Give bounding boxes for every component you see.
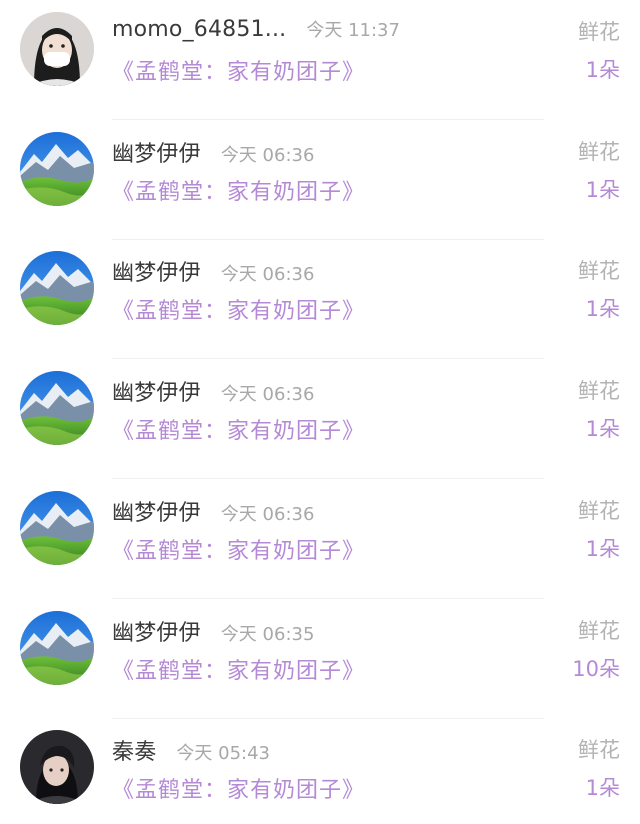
gift-record-row[interactable]: 幽梦伊伊 今天 06:35 《孟鹤堂：家有奶团子》 鲜花 10朵 <box>0 599 640 719</box>
username[interactable]: 幽梦伊伊 <box>112 255 201 287</box>
timestamp: 今天 05:43 <box>176 743 271 764</box>
username[interactable]: 幽梦伊伊 <box>112 136 201 168</box>
mountain-landscape-avatar[interactable] <box>20 611 94 685</box>
record-header: 幽梦伊伊 今天 06:36 <box>112 375 314 407</box>
gift-type-label: 鲜花 <box>578 738 620 762</box>
record-header: momo_64851... 今天 11:37 <box>112 16 400 42</box>
record-header: 秦奏 今天 05:43 <box>112 734 270 766</box>
gift-count: 1朵 <box>585 776 620 800</box>
gift-count: 1朵 <box>585 537 620 561</box>
gift-record-row[interactable]: 幽梦伊伊 今天 06:36 《孟鹤堂：家有奶团子》 鲜花 1朵 <box>0 359 640 479</box>
gift-type-label: 鲜花 <box>578 499 620 523</box>
record-header: 幽梦伊伊 今天 06:36 <box>112 136 314 168</box>
book-title-link[interactable]: 《孟鹤堂：家有奶团子》 <box>112 293 365 325</box>
gift-record-row[interactable]: 幽梦伊伊 今天 06:36 《孟鹤堂：家有奶团子》 鲜花 1朵 <box>0 120 640 240</box>
timestamp: 今天 06:36 <box>220 264 315 285</box>
gift-record-row[interactable]: momo_64851... 今天 11:37 《孟鹤堂：家有奶团子》 鲜花 1朵 <box>0 0 640 120</box>
gift-count: 1朵 <box>585 178 620 202</box>
record-header: 幽梦伊伊 今天 06:35 <box>112 615 314 647</box>
mountain-landscape-avatar[interactable] <box>20 491 94 565</box>
gift-record-row[interactable]: 幽梦伊伊 今天 06:36 《孟鹤堂：家有奶团子》 鲜花 1朵 <box>0 479 640 599</box>
gift-type-label: 鲜花 <box>578 20 620 44</box>
username[interactable]: momo_64851... <box>112 17 286 42</box>
record-header: 幽梦伊伊 今天 06:36 <box>112 495 314 527</box>
timestamp: 今天 06:36 <box>220 384 315 405</box>
book-title-link[interactable]: 《孟鹤堂：家有奶团子》 <box>112 413 365 445</box>
book-title-link[interactable]: 《孟鹤堂：家有奶团子》 <box>112 533 365 565</box>
mountain-landscape-avatar[interactable] <box>20 371 94 445</box>
gift-count: 10朵 <box>572 657 620 681</box>
username[interactable]: 秦奏 <box>112 734 156 766</box>
timestamp: 今天 11:37 <box>306 20 400 41</box>
gift-count: 1朵 <box>585 297 620 321</box>
username[interactable]: 幽梦伊伊 <box>112 615 201 647</box>
book-title-link[interactable]: 《孟鹤堂：家有奶团子》 <box>112 653 365 685</box>
gift-record-row[interactable]: 幽梦伊伊 今天 06:36 《孟鹤堂：家有奶团子》 鲜花 1朵 <box>0 239 640 359</box>
timestamp: 今天 06:35 <box>220 624 315 645</box>
gift-type-label: 鲜花 <box>578 619 620 643</box>
girl-masked-avatar[interactable] <box>20 12 94 86</box>
timestamp: 今天 06:36 <box>220 504 315 525</box>
mountain-landscape-avatar[interactable] <box>20 251 94 325</box>
record-header: 幽梦伊伊 今天 06:36 <box>112 255 314 287</box>
username[interactable]: 幽梦伊伊 <box>112 495 201 527</box>
username[interactable]: 幽梦伊伊 <box>112 375 201 407</box>
book-title-link[interactable]: 《孟鹤堂：家有奶团子》 <box>112 54 365 86</box>
gift-count: 1朵 <box>585 58 620 82</box>
book-title-link[interactable]: 《孟鹤堂：家有奶团子》 <box>112 174 365 206</box>
timestamp: 今天 06:36 <box>220 145 315 166</box>
gift-record-list: momo_64851... 今天 11:37 《孟鹤堂：家有奶团子》 鲜花 1朵… <box>0 0 640 817</box>
gift-type-label: 鲜花 <box>578 379 620 403</box>
book-title-link[interactable]: 《孟鹤堂：家有奶团子》 <box>112 772 365 804</box>
gift-type-label: 鲜花 <box>578 140 620 164</box>
gift-record-row[interactable]: 秦奏 今天 05:43 《孟鹤堂：家有奶团子》 鲜花 1朵 <box>0 718 640 824</box>
man-portrait-avatar[interactable] <box>20 730 94 804</box>
mountain-landscape-avatar[interactable] <box>20 132 94 206</box>
gift-count: 1朵 <box>585 417 620 441</box>
gift-type-label: 鲜花 <box>578 259 620 283</box>
